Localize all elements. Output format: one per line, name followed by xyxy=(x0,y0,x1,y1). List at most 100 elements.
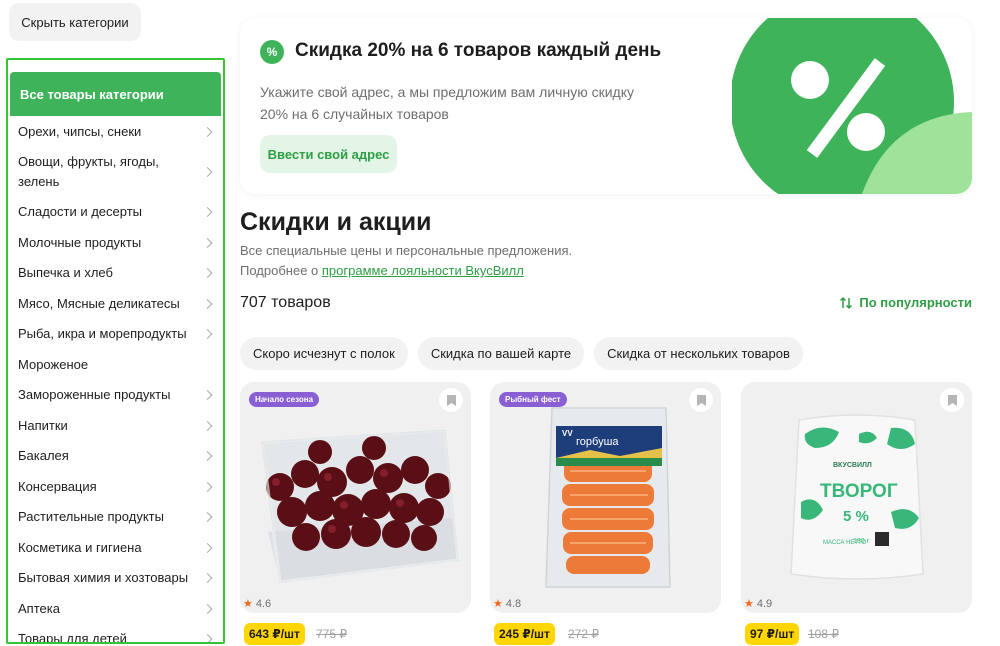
product-badge: Рыбный фест xyxy=(499,392,567,407)
sidebar-item-label: Выпечка и хлеб xyxy=(18,265,113,280)
sidebar-item-pharmacy[interactable]: Аптека xyxy=(8,593,223,624)
chevron-right-icon xyxy=(202,542,213,553)
product-old-price: 272 ₽ xyxy=(568,627,599,641)
product-price: 643 ₽/шт xyxy=(244,623,305,645)
sidebar-item-label: Мясо, Мясные деликатесы xyxy=(18,295,180,311)
sidebar-item-nuts-chips-snacks[interactable]: Орехи, чипсы, снеки xyxy=(8,117,223,147)
product-price: 97 ₽/шт xyxy=(745,623,800,645)
percent-icon: % xyxy=(260,40,284,64)
sidebar-item-fish-seafood[interactable]: Рыба, икра и морепродукты xyxy=(8,319,223,349)
sidebar-item-label: Бытовая химия и хозтовары xyxy=(18,570,189,585)
sidebar-item-label: Товары для детей xyxy=(18,631,127,644)
cherries-image xyxy=(260,428,460,584)
sidebar-item-ice-cream[interactable]: Мороженое xyxy=(8,349,223,380)
sidebar-item-all-category-products[interactable]: Все товары категории xyxy=(10,72,221,116)
sidebar-item-plant-based[interactable]: Растительные продукты xyxy=(8,502,223,532)
product-card[interactable]: VV горбуша Рыбный фест ★ 4.8 245 ₽/шт 272… xyxy=(490,382,721,646)
chip-card-discount[interactable]: Скидка по вашей карте xyxy=(417,337,585,370)
salmon-pack-image xyxy=(545,407,671,588)
bookmark-icon xyxy=(696,394,706,406)
chevron-right-icon xyxy=(202,603,213,614)
product-image[interactable]: VV горбуша Рыбный фест xyxy=(490,382,721,613)
subtitle-prefix: Подробнее о xyxy=(240,263,322,278)
package-brand: ВКУСВИЛЛ xyxy=(833,462,872,469)
filter-chips: Скоро исчезнут с полок Скидка по вашей к… xyxy=(240,337,803,370)
subtitle-line: Все специальные цены и персональные пред… xyxy=(240,243,573,258)
package-name: горбуша xyxy=(576,436,619,448)
sidebar-item-kids[interactable]: Товары для детей xyxy=(8,624,223,644)
product-old-price: 108 ₽ xyxy=(808,627,839,641)
sidebar-item-frozen[interactable]: Замороженные продукты xyxy=(8,380,223,410)
package-weight: 180 г xyxy=(853,538,870,545)
bookmark-button[interactable] xyxy=(439,388,463,412)
chevron-right-icon xyxy=(202,451,213,461)
product-rating: ★ 4.9 xyxy=(744,597,773,611)
sidebar-item-label: Напитки xyxy=(18,417,68,433)
chevron-right-icon xyxy=(202,481,213,492)
sidebar-item-grocery[interactable]: Бакалея xyxy=(8,441,223,471)
rating-value: 4.6 xyxy=(255,597,272,610)
sidebar-item-vegetables-fruits[interactable]: Овощи, фрукты, ягоды, зелень xyxy=(8,147,223,197)
sidebar-item-meat[interactable]: Мясо, Мясные деликатесы xyxy=(8,288,223,319)
product-rating: ★ 4.8 xyxy=(493,597,521,611)
chevron-right-icon xyxy=(202,237,213,248)
sidebar-item-label: Сладости и десерты xyxy=(18,204,143,219)
sidebar-item-label: Овощи, фрукты, ягоды, зелень xyxy=(18,154,159,189)
sidebar-item-label: Консервация xyxy=(18,478,97,494)
product-card[interactable]: Начало сезона ★ 4.6 643 ₽/шт 775 ₽ xyxy=(240,382,471,646)
product-image[interactable]: ВКУСВИЛЛ ТВОРОГ 5 % МАССА НЕТТО 180 г xyxy=(741,382,972,613)
page-title: Скидки и акции xyxy=(240,208,432,236)
product-count: 707 товаров xyxy=(240,294,331,311)
chevron-right-icon xyxy=(202,127,213,137)
banner-title: Скидка 20% на 6 товаров каждый день xyxy=(295,40,662,61)
chevron-right-icon xyxy=(202,298,213,309)
sidebar-item-label: Косметика и гигиена xyxy=(18,539,142,555)
chevron-right-icon xyxy=(202,420,213,431)
sidebar-item-label: Бакалея xyxy=(18,448,69,463)
chip-leaving-soon[interactable]: Скоро исчезнут с полок xyxy=(240,337,408,370)
enter-address-button[interactable]: Ввести свой адрес xyxy=(260,135,397,173)
sidebar-item-label: Замороженные продукты xyxy=(18,387,171,402)
bookmark-button[interactable] xyxy=(689,388,713,412)
sidebar-item-household[interactable]: Бытовая химия и хозтовары xyxy=(8,563,223,593)
discount-banner: % Скидка 20% на 6 товаров каждый день Ук… xyxy=(240,18,972,194)
bookmark-icon xyxy=(947,394,957,406)
package-name: ТВОРОГ xyxy=(820,481,898,502)
category-sidebar: Все товары категории Орехи, чипсы, снеки… xyxy=(6,58,225,644)
subtitle-loyalty-line: Подробнее о программе лояльности ВкусВил… xyxy=(240,261,572,281)
chevron-right-icon xyxy=(202,167,213,177)
chevron-right-icon xyxy=(202,512,213,522)
sort-button[interactable]: По популярности xyxy=(839,295,972,310)
product-price: 245 ₽/шт xyxy=(494,623,555,645)
star-icon: ★ xyxy=(243,598,253,610)
chevron-right-icon xyxy=(202,329,213,339)
chevron-right-icon xyxy=(202,573,213,583)
sidebar-item-label: Растительные продукты xyxy=(18,509,164,524)
sidebar-item-label: Рыба, икра и морепродукты xyxy=(18,326,187,341)
chip-multi-item-discount[interactable]: Скидка от нескольких товаров xyxy=(594,337,803,370)
banner-text: Укажите свой адрес, а мы предложим вам л… xyxy=(260,84,634,122)
sidebar-item-canned[interactable]: Консервация xyxy=(8,471,223,502)
bookmark-icon xyxy=(446,394,456,406)
loyalty-program-link[interactable]: программе лояльности ВкусВилл xyxy=(322,263,524,278)
chevron-right-icon xyxy=(202,268,213,278)
sidebar-item-cosmetics[interactable]: Косметика и гигиена xyxy=(8,532,223,563)
sidebar-item-label: Мороженое xyxy=(18,356,89,372)
sidebar-item-bakery[interactable]: Выпечка и хлеб xyxy=(8,258,223,288)
sidebar-item-label: Орехи, чипсы, снеки xyxy=(18,124,142,139)
sidebar-item-dairy[interactable]: Молочные продукты xyxy=(8,227,223,258)
product-badge: Начало сезона xyxy=(249,392,320,407)
product-image[interactable]: Начало сезона xyxy=(240,382,471,613)
hide-categories-button[interactable]: Скрыть категории xyxy=(9,3,141,41)
sidebar-item-label: Аптека xyxy=(18,600,60,616)
percent-illustration xyxy=(732,18,972,194)
rating-value: 4.9 xyxy=(756,597,773,610)
page-subtitle: Все специальные цены и персональные пред… xyxy=(240,241,572,281)
sidebar-item-drinks[interactable]: Напитки xyxy=(8,410,223,441)
star-icon: ★ xyxy=(493,598,503,610)
package-brand: VV xyxy=(562,429,573,438)
sidebar-item-sweets-desserts[interactable]: Сладости и десерты xyxy=(8,197,223,227)
product-card[interactable]: ВКУСВИЛЛ ТВОРОГ 5 % МАССА НЕТТО 180 г ★ 4… xyxy=(741,382,972,646)
chevron-right-icon xyxy=(202,390,213,400)
bookmark-button[interactable] xyxy=(940,388,964,412)
